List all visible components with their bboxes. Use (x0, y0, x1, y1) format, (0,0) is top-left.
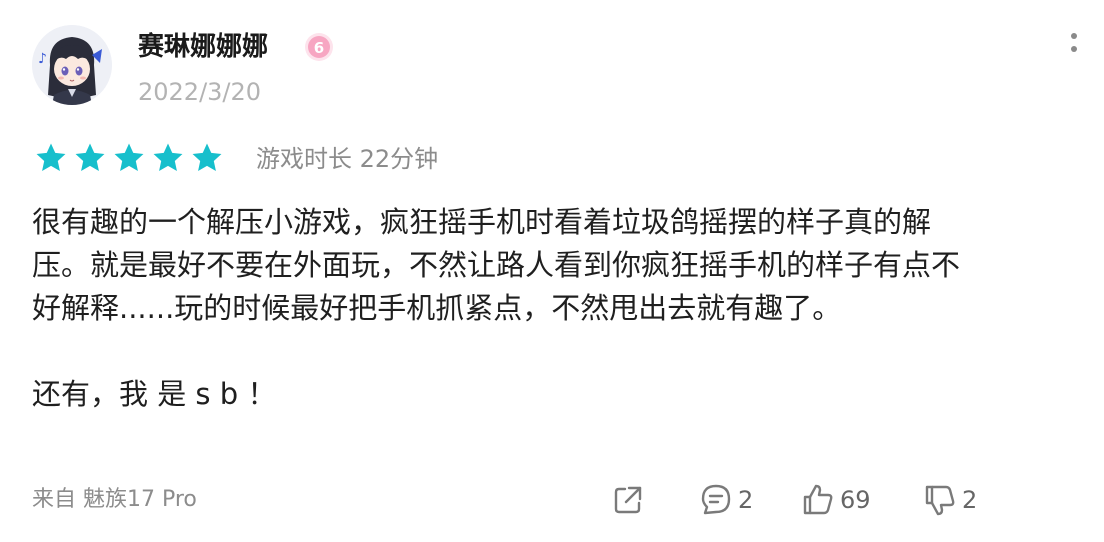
star-icon (114, 143, 144, 172)
playtime-label: 游戏时长 22分钟 (256, 145, 439, 173)
star-icon (192, 143, 222, 172)
comment-icon (701, 484, 731, 515)
star-icon (153, 143, 183, 172)
like-count: 69 (840, 486, 871, 514)
review-line: 压。就是最好不要在外面玩，不然让路人看到你疯狂摇手机的样子有点不 (32, 248, 961, 282)
review-card: ♪ 赛琳娜娜娜 6 2022/3/20 游戏时长 22分钟 很有趣的一个解压小游… (0, 0, 1104, 542)
star-icon (36, 143, 66, 172)
level-badge-icon: 6 (305, 33, 333, 61)
review-text: 很有趣的一个解压小游戏，疯狂摇手机时看着垃圾鸽摇摆的样子真的解 压。就是最好不要… (32, 201, 1082, 416)
star-rating (34, 141, 224, 175)
device-label: 来自 魅族17 Pro (32, 487, 197, 512)
comment-count: 2 (738, 486, 754, 514)
review-line: 还有，我 是 s b ！ (32, 377, 277, 411)
avatar-image: ♪ (32, 25, 112, 105)
comment-button[interactable]: 2 (698, 480, 753, 520)
dislike-count: 2 (962, 486, 978, 514)
avatar[interactable]: ♪ (32, 25, 112, 105)
share-icon (614, 486, 642, 514)
svg-text:♪: ♪ (38, 51, 47, 67)
review-date: 2022/3/20 (138, 78, 262, 106)
share-button[interactable] (610, 480, 646, 520)
review-line: 好解释......玩的时候最好把手机抓紧点，不然甩出去就有趣了。 (32, 291, 842, 325)
like-button[interactable]: 69 (800, 480, 871, 520)
username[interactable]: 赛琳娜娜娜 (138, 30, 268, 64)
star-icon (75, 143, 105, 172)
more-options-icon[interactable] (1062, 30, 1086, 58)
dislike-button[interactable]: 2 (922, 480, 977, 520)
review-line: 很有趣的一个解压小游戏，疯狂摇手机时看着垃圾鸽摇摆的样子真的解 (32, 205, 932, 239)
thumbs-down-icon (925, 485, 955, 516)
thumbs-up-icon (803, 484, 833, 515)
review-line-blank (32, 330, 1082, 373)
svg-text:6: 6 (314, 39, 324, 57)
